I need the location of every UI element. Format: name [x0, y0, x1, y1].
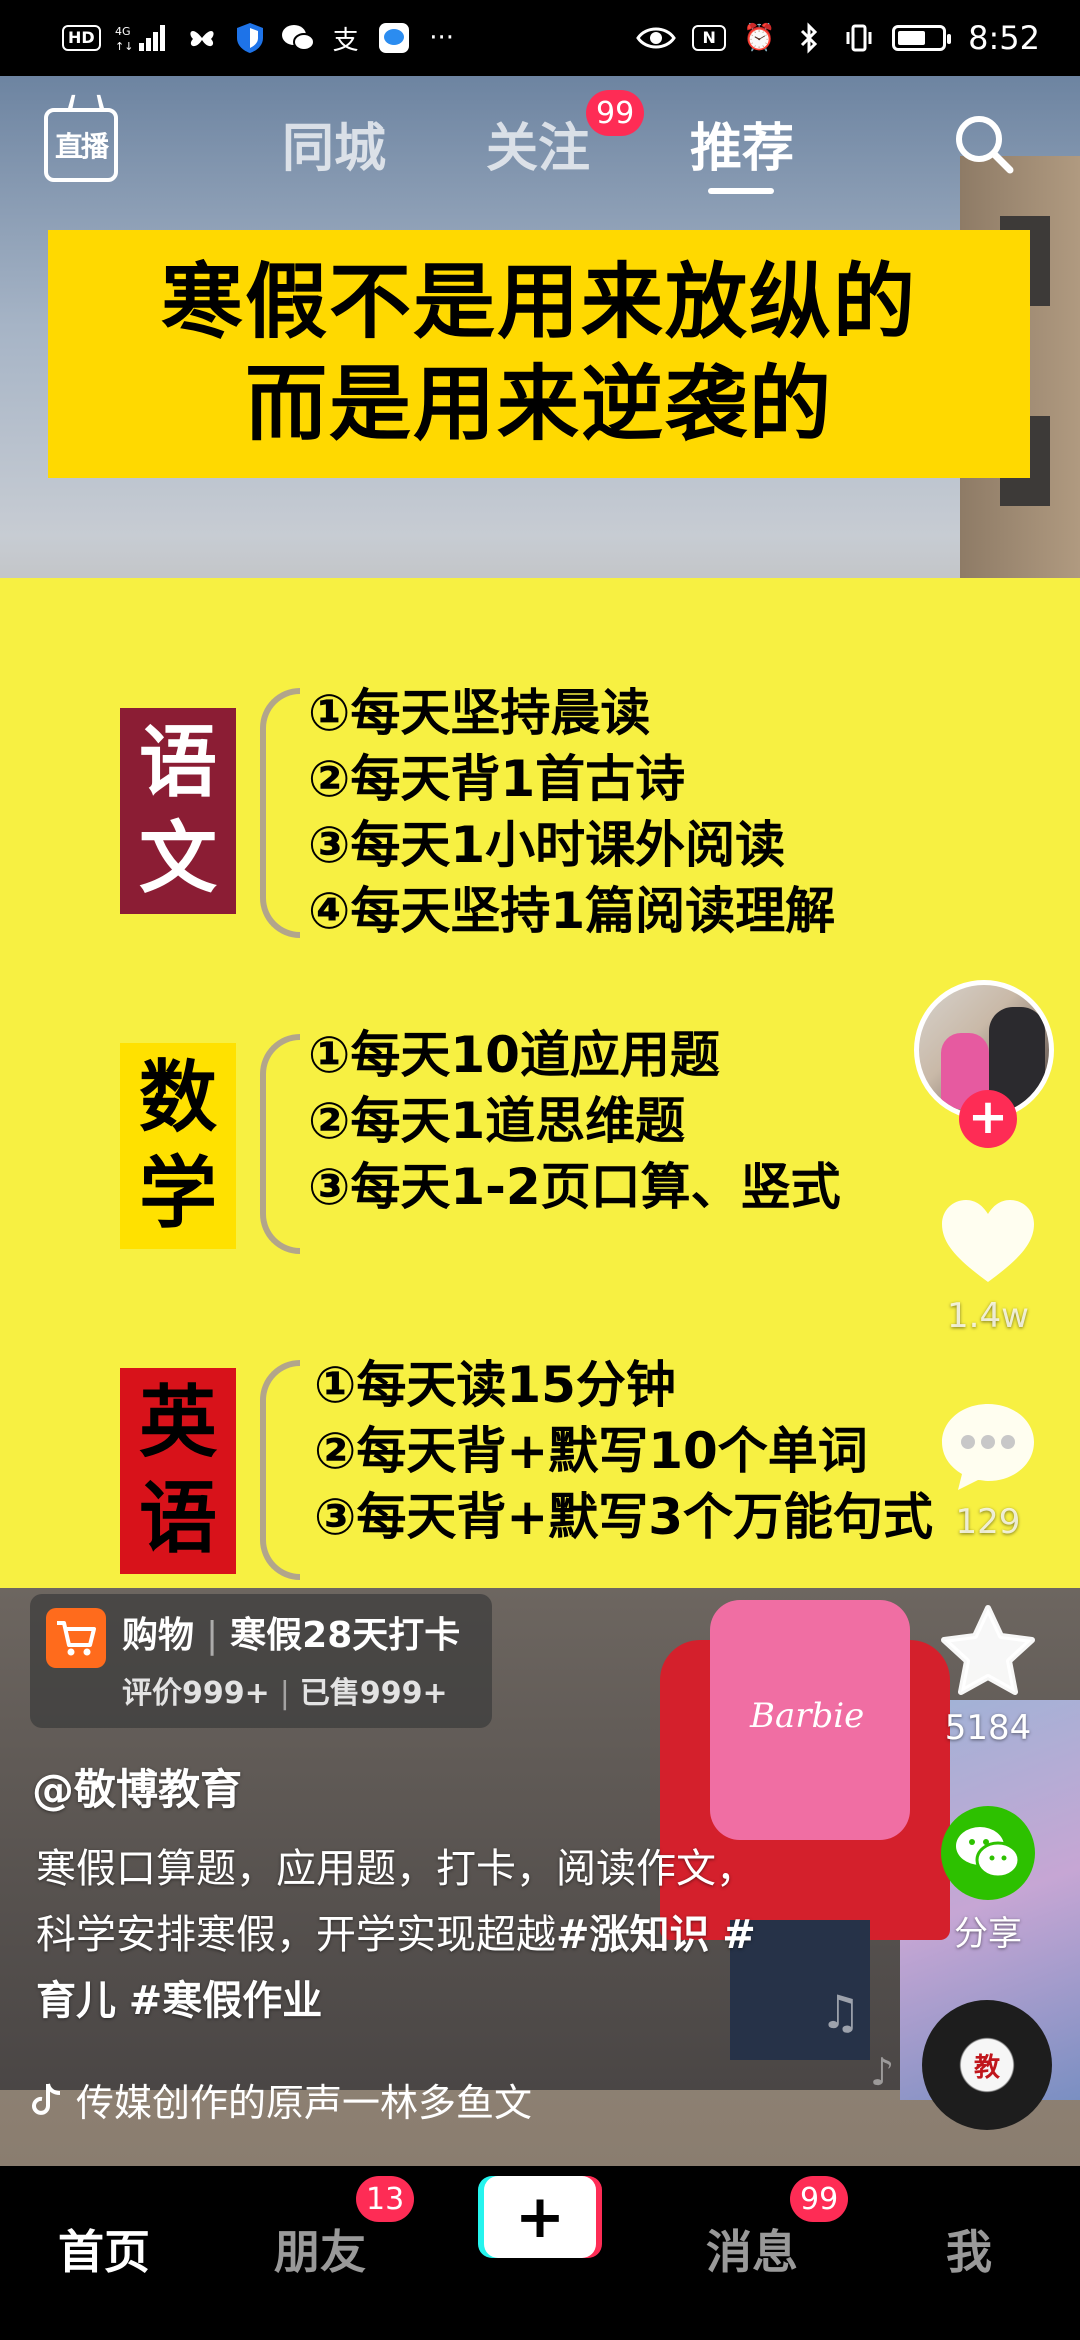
hd-icon: HD [62, 25, 101, 51]
list-item: ①每天坚持晨读 [308, 684, 651, 742]
tab-nearby[interactable]: 同城 [282, 106, 386, 181]
list-item: ②每天背1首古诗 [308, 750, 686, 808]
music-info[interactable]: 传媒创作的原声一林多鱼文 [32, 2072, 532, 2127]
brace-english [260, 1360, 300, 1580]
author-name[interactable]: @敬博教育 [32, 1756, 242, 1817]
title-line-1: 寒假不是用来放纵的 [160, 255, 917, 350]
hashtag[interactable]: #寒假作业 [129, 1978, 323, 2024]
shop-rating: 评价999+ [122, 1676, 270, 1711]
share-button[interactable]: 分享 [930, 1806, 1046, 1955]
study-plan-board: 语 文 ①每天坚持晨读 ②每天背1首古诗 ③每天1小时课外阅读 ④每天坚持1篇阅… [0, 578, 1080, 1588]
music-note-icon: ♪ [870, 2050, 895, 2094]
star-icon [941, 1605, 1035, 1695]
status-bar: HD 4G ↑↓ 支 ··· N ⏰ 8:52 [0, 0, 1080, 76]
alipay-icon: 支 [332, 25, 359, 56]
like-button[interactable]: 1.4w [930, 1196, 1046, 1336]
brace-math [260, 1034, 300, 1254]
music-title: 传媒创作的原声一林多鱼文 [76, 2081, 533, 2125]
battery-icon [892, 25, 952, 51]
vibrate-icon [842, 21, 876, 55]
alarm-icon: ⏰ [742, 23, 776, 53]
plus-icon: + [514, 2182, 566, 2252]
title-line-2: 而是用来逆袭的 [244, 357, 833, 452]
search-icon[interactable] [952, 112, 1016, 176]
bag-logo: Barbie [750, 1696, 865, 1736]
brace-chinese [260, 688, 300, 938]
eye-comfort-icon [636, 21, 676, 55]
more-notifications-icon: ··· [429, 23, 455, 53]
wechat-icon [941, 1806, 1035, 1900]
butterfly-app-icon [185, 21, 219, 55]
share-label: 分享 [954, 1914, 1022, 1954]
svg-text:↑↓: ↑↓ [115, 40, 133, 53]
list-item: ②每天背+默写10个单词 [314, 1422, 868, 1480]
shop-sold: 已售999+ [299, 1676, 448, 1711]
subject-math-label: 数 学 [120, 1043, 236, 1249]
shopping-cart-icon [46, 1608, 106, 1668]
hashtag[interactable]: #涨知识 [556, 1912, 710, 1958]
list-item: ④每天坚持1篇阅读理解 [308, 882, 836, 940]
chat-app-icon [377, 21, 411, 55]
list-item: ①每天10道应用题 [308, 1026, 720, 1084]
heart-icon [942, 1200, 1034, 1282]
comment-count: 129 [955, 1502, 1021, 1542]
create-button[interactable]: + [478, 2176, 602, 2258]
shop-type: 购物 [122, 1615, 195, 1656]
live-label: 直播 [54, 130, 109, 163]
list-item: ①每天读15分钟 [314, 1356, 676, 1414]
comment-icon [942, 1404, 1034, 1490]
tiktok-note-icon [32, 2083, 61, 2115]
svg-text:4G: 4G [115, 25, 131, 38]
tab-recommended[interactable]: 推荐 [690, 106, 794, 181]
shop-card[interactable]: 购物 | 寒假28天打卡 评价999+ | 已售999+ [30, 1594, 492, 1728]
music-disc[interactable]: 教 [922, 2000, 1052, 2130]
tab-following[interactable]: 关注 [486, 106, 590, 181]
list-item: ③每天1-2页口算、竖式 [308, 1158, 841, 1216]
shield-app-icon [233, 21, 267, 55]
friends-badge: 13 [356, 2176, 415, 2222]
nav-me[interactable]: 我 [946, 2216, 992, 2282]
like-count: 1.4w [947, 1296, 1029, 1336]
disc-label: 教 [973, 2052, 1000, 2083]
subject-english-label: 英 语 [120, 1368, 236, 1574]
list-item: ②每天1道思维题 [308, 1092, 686, 1150]
shop-product: 寒假28天打卡 [230, 1615, 461, 1656]
following-badge: 99 [586, 90, 645, 136]
comment-button[interactable]: 129 [930, 1400, 1046, 1542]
video-caption[interactable]: 寒假口算题，应用题，打卡，阅读作文，科学安排寒假，开学实现超越#涨知识 #育儿 … [36, 1836, 776, 2034]
active-tab-indicator [708, 188, 774, 194]
list-item: ③每天1小时课外阅读 [308, 816, 786, 874]
subject-chinese-label: 语 文 [120, 708, 236, 914]
top-nav: 直播 同城 关注 99 推荐 [0, 76, 1080, 216]
list-item: ③每天背+默写3个万能句式 [314, 1488, 934, 1546]
nav-messages[interactable]: 消息 [706, 2216, 798, 2282]
nfc-icon: N [692, 25, 727, 51]
clock: 8:52 [968, 19, 1040, 57]
messages-badge: 99 [790, 2176, 849, 2222]
signal-icon: 4G ↑↓ [115, 21, 171, 55]
live-button[interactable]: 直播 [44, 108, 118, 182]
favorite-count: 5184 [944, 1708, 1032, 1748]
nav-friends[interactable]: 朋友 [274, 2216, 366, 2282]
follow-plus-button[interactable]: + [959, 1090, 1017, 1148]
wechat-notification-icon [281, 21, 315, 55]
chinese-items: ①每天坚持晨读 ②每天背1首古诗 ③每天1小时课外阅读 ④每天坚持1篇阅读理解 [308, 680, 835, 944]
video-title-banner: 寒假不是用来放纵的 而是用来逆袭的 [48, 230, 1030, 478]
english-items: ①每天读15分钟 ②每天背+默写10个单词 ③每天背+默写3个万能句式 [314, 1352, 933, 1550]
favorite-button[interactable]: 5184 [930, 1604, 1046, 1748]
music-note-icon: ♫ [820, 1985, 862, 2039]
bluetooth-icon [792, 21, 826, 55]
nav-home[interactable]: 首页 [58, 2216, 150, 2282]
math-items: ①每天10道应用题 ②每天1道思维题 ③每天1-2页口算、竖式 [308, 1022, 841, 1220]
